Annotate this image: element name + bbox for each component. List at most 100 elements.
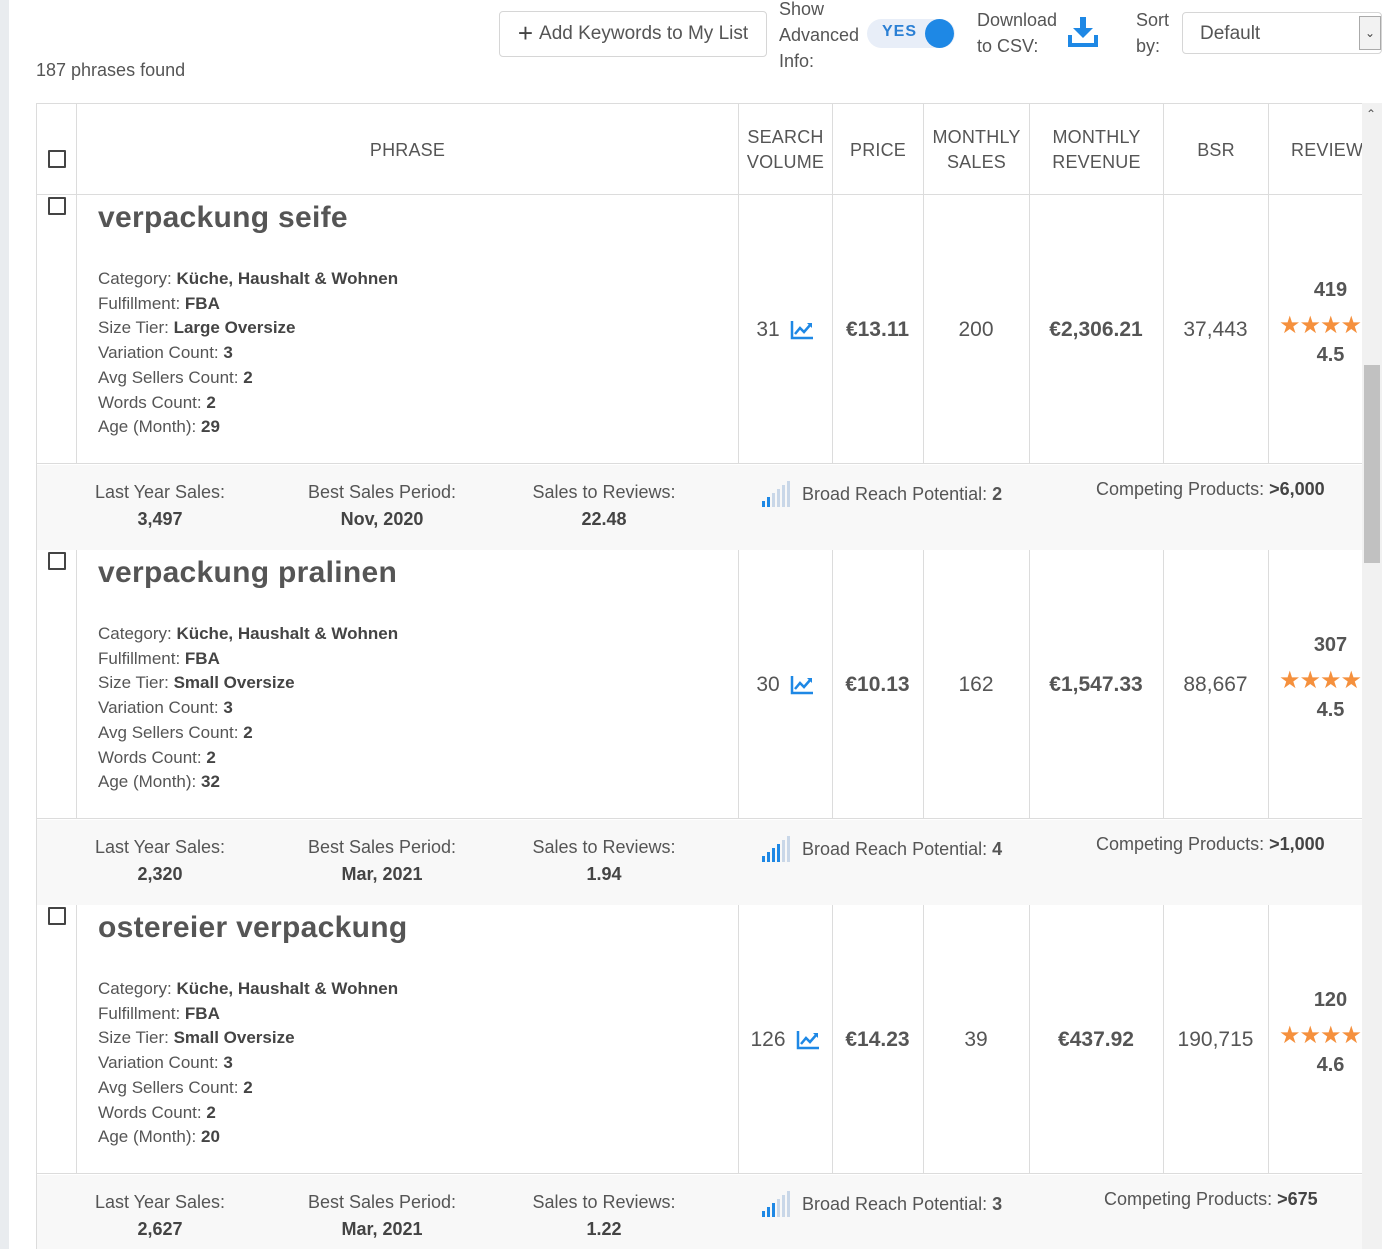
download-csv-label: Download to CSV: xyxy=(977,7,1077,59)
row-checkbox[interactable] xyxy=(48,552,66,570)
phrase-details: Category: Küche, Haushalt & Wohnen Fulfi… xyxy=(98,622,398,795)
monthly-sales-value: 200 xyxy=(958,317,994,341)
label-sales-to-reviews: Sales to Reviews: xyxy=(532,837,676,857)
label-fulfillment: Fulfillment: xyxy=(98,1003,181,1023)
star-rating-icon: ★★★★★ xyxy=(1279,1022,1362,1049)
bsr-cell: 37,443 xyxy=(1163,195,1268,464)
phrase-title[interactable]: verpackung seife xyxy=(98,201,348,235)
trend-chart-icon[interactable] xyxy=(796,1030,820,1050)
signal-bar xyxy=(762,856,765,862)
signal-bar xyxy=(787,836,790,862)
phrase-title[interactable]: verpackung pralinen xyxy=(98,556,397,590)
reviews-count: 120 xyxy=(1313,989,1348,1011)
add-keywords-button[interactable]: + Add Keywords to My List xyxy=(499,11,767,57)
broad-reach-potential: Broad Reach Potential: 3 xyxy=(760,1189,1002,1219)
best-sales-period: Best Sales Period: Mar, 2021 xyxy=(291,834,473,888)
monthly-sales-cell: 39 xyxy=(923,905,1029,1174)
signal-bar xyxy=(777,1199,780,1217)
trend-chart-icon[interactable] xyxy=(790,320,814,340)
column-header-search-volume[interactable]: SEARCH VOLUME xyxy=(738,104,832,196)
sort-select[interactable]: Default ⌄ xyxy=(1182,12,1382,54)
signal-bar xyxy=(782,1195,785,1217)
column-header-price[interactable]: PRICE xyxy=(832,104,923,196)
price-cell: €13.11 xyxy=(832,195,923,464)
reviews-count: 307 xyxy=(1313,634,1348,656)
phrase-title[interactable]: ostereier verpackung xyxy=(98,911,407,945)
label-fulfillment: Fulfillment: xyxy=(98,293,181,313)
label-broad-reach-potential: Broad Reach Potential: xyxy=(802,483,988,504)
detail-size-tier: Size Tier: Small Oversize xyxy=(98,673,295,693)
column-header-reviews[interactable]: REVIEWS xyxy=(1268,104,1362,196)
best-sales-period: Best Sales Period: Nov, 2020 xyxy=(291,479,473,533)
label-avg-sellers-count: Avg Sellers Count: xyxy=(98,722,239,742)
download-icon[interactable] xyxy=(1068,15,1098,47)
reviews-cell: 419 ★★★★★ 4.5 xyxy=(1268,195,1362,464)
detail-words-count: Words Count: 2 xyxy=(98,392,216,412)
phrases-found-count: 187 phrases found xyxy=(36,60,186,80)
signal-bar xyxy=(767,852,770,862)
advanced-info-toggle[interactable]: YES xyxy=(867,19,955,48)
signal-bar xyxy=(787,481,790,507)
scrollbar-thumb[interactable] xyxy=(1364,365,1380,563)
detail-avg-sellers-count: Avg Sellers Count: 2 xyxy=(98,1077,253,1097)
best-sales-period: Best Sales Period: Mar, 2021 xyxy=(291,1189,473,1243)
chevron-down-icon[interactable]: ⌄ xyxy=(1359,16,1381,50)
chevron-up-icon[interactable]: ⌃ xyxy=(1366,107,1376,121)
advanced-label-line: Info: xyxy=(779,51,815,71)
signal-bar xyxy=(772,493,775,507)
price-value: €13.11 xyxy=(845,317,910,341)
detail-size-tier: Size Tier: Small Oversize xyxy=(98,1028,295,1048)
broad-reach-potential: Broad Reach Potential: 2 xyxy=(760,479,1002,509)
rating-value: 4.5 xyxy=(1316,699,1345,721)
search-volume-value: 30 xyxy=(756,672,780,696)
table-row: verpackung seife Category: Küche, Hausha… xyxy=(37,195,1362,550)
reviews-cell: 307 ★★★★★ 4.5 xyxy=(1268,550,1362,819)
signal-bar xyxy=(782,840,785,862)
monthly-revenue-cell: €1,547.33 xyxy=(1029,550,1163,819)
label-age-month: Age (Month): xyxy=(98,417,197,437)
vertical-scrollbar[interactable]: ⌃ xyxy=(1362,103,1382,1249)
detail-avg-sellers-count: Avg Sellers Count: 2 xyxy=(98,367,253,387)
detail-variation-count: Variation Count: 3 xyxy=(98,1053,233,1073)
label-words-count: Words Count: xyxy=(98,1102,202,1122)
detail-variation-count: Variation Count: 3 xyxy=(98,698,233,718)
detail-fulfillment: Fulfillment: FBA xyxy=(98,1003,220,1023)
row-summary: Last Year Sales: 2,320 Best Sales Period:… xyxy=(37,820,1362,905)
column-header-bsr[interactable]: BSR xyxy=(1163,104,1268,196)
label-competing-products: Competing Products: xyxy=(1096,834,1265,854)
column-header-phrase[interactable]: PHRASE xyxy=(76,104,738,196)
trend-chart-icon[interactable] xyxy=(790,675,814,695)
signal-bar xyxy=(762,501,765,507)
row-checkbox[interactable] xyxy=(48,197,66,215)
monthly-revenue-value: €1,547.33 xyxy=(1049,672,1143,696)
label-broad-reach-potential: Broad Reach Potential: xyxy=(802,1193,988,1214)
competing-products: Competing Products: >6,000 xyxy=(1096,479,1325,499)
sort-selected-value: Default xyxy=(1200,23,1261,44)
detail-fulfillment: Fulfillment: FBA xyxy=(98,293,220,313)
row-main: verpackung pralinen Category: Küche, Hau… xyxy=(37,550,1362,819)
bsr-value: 37,443 xyxy=(1183,317,1248,341)
detail-category: Category: Küche, Haushalt & Wohnen xyxy=(98,979,399,998)
column-header-label: PRICE xyxy=(849,139,906,160)
row-main: ostereier verpackung Category: Küche, Ha… xyxy=(37,905,1362,1174)
select-all-checkbox[interactable] xyxy=(48,150,66,168)
left-edge-bar xyxy=(0,0,9,1249)
label-age-month: Age (Month): xyxy=(98,1127,197,1147)
last-year-sales: Last Year Sales: 3,497 xyxy=(77,479,243,533)
row-checkbox[interactable] xyxy=(48,907,66,925)
signal-bars-icon xyxy=(762,836,790,862)
column-header-monthly-revenue[interactable]: MONTHLY REVENUE xyxy=(1029,104,1163,196)
rating-value: 4.5 xyxy=(1316,344,1345,366)
detail-size-tier: Size Tier: Large Oversize xyxy=(98,318,296,338)
label-variation-count: Variation Count: xyxy=(98,343,219,363)
price-value: €14.23 xyxy=(845,1027,910,1051)
row-summary: Last Year Sales: 3,497 Best Sales Period:… xyxy=(37,465,1362,550)
last-year-sales: Last Year Sales: 2,320 xyxy=(77,834,243,888)
monthly-sales-cell: 200 xyxy=(923,195,1029,464)
column-header-monthly-sales[interactable]: MONTHLY SALES xyxy=(923,104,1029,196)
phrase-details: Category: Küche, Haushalt & Wohnen Fulfi… xyxy=(98,267,398,440)
signal-bar xyxy=(767,1207,770,1217)
phrase-details: Category: Küche, Haushalt & Wohnen Fulfi… xyxy=(98,977,398,1150)
search-volume-value: 126 xyxy=(750,1027,786,1051)
label-size-tier: Size Tier: xyxy=(98,318,169,338)
